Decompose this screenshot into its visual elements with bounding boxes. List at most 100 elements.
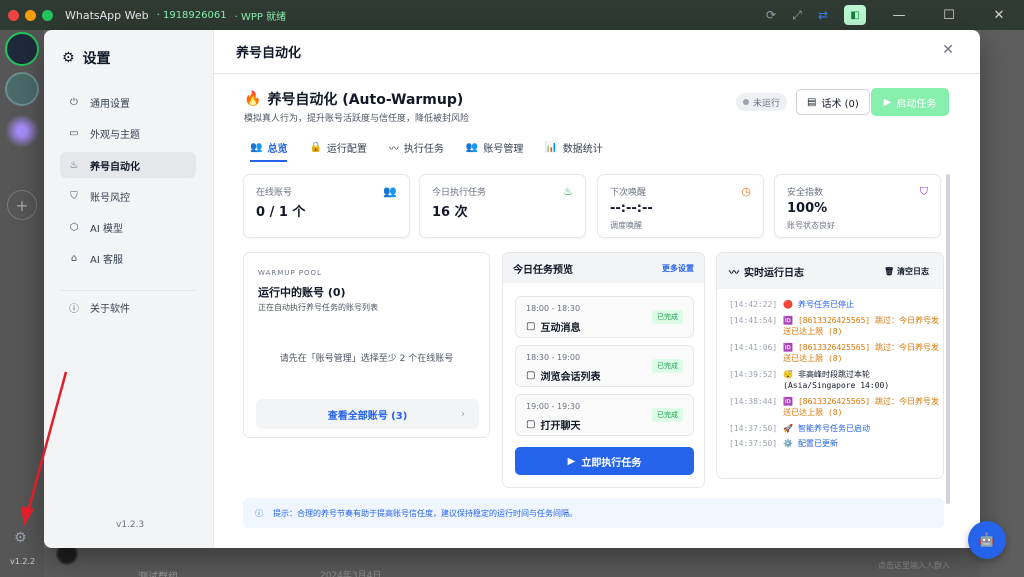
sidebar-item-ai-model[interactable]: ⬡ AI 模型 bbox=[60, 214, 196, 240]
page-title-label: 养号自动化 (Auto-Warmup) bbox=[267, 92, 464, 108]
refresh-icon[interactable]: ⟳ bbox=[758, 0, 784, 30]
tab-label: 账号管理 bbox=[483, 143, 524, 155]
sidebar-item-label: 关于软件 bbox=[90, 303, 130, 315]
task-item[interactable]: 19:00 - 19:30 ▢ 打开聊天 已完成 bbox=[515, 394, 694, 436]
task-name-label: 打开聊天 bbox=[540, 421, 581, 432]
log-time: [14:41:06] bbox=[729, 342, 778, 352]
view-all-accounts-button[interactable]: 查看全部账号 (3) › bbox=[256, 399, 479, 429]
today-tasks-card: 今日任务预览 更多设置 18:00 - 18:30 ▢ 互动消息 已完成 18:3… bbox=[502, 252, 705, 488]
ai-assistant-button[interactable]: 🤖 bbox=[968, 521, 1006, 559]
run-now-label: 立即执行任务 bbox=[581, 457, 642, 469]
stat-card-safety: 安全指数 100% 账号状态良好 ⛉ bbox=[774, 174, 941, 238]
tab-accounts[interactable]: 👥 账号管理 bbox=[466, 134, 523, 160]
stat-label: 在线账号 bbox=[256, 188, 293, 198]
scripts-button-label: 话术 (0) bbox=[821, 98, 859, 110]
sidebar-item-appearance[interactable]: ▭ 外观与主题 bbox=[60, 120, 196, 146]
log-time: [14:37:50] bbox=[729, 423, 778, 433]
play-circle-icon: ▶ bbox=[567, 455, 576, 467]
tab-label: 执行任务 bbox=[403, 143, 444, 155]
tasks-header: 今日任务预览 更多设置 bbox=[503, 253, 704, 283]
warmup-pool-card: WARMUP POOL 运行中的账号 (0) 正在自动执行养号任务的账号列表 请… bbox=[243, 252, 490, 438]
play-circle-icon: ▶ bbox=[883, 96, 892, 108]
start-task-label: 启动任务 bbox=[896, 98, 937, 110]
flame-icon: 🔥 bbox=[244, 91, 262, 107]
cube-icon: ⬡ bbox=[69, 221, 79, 233]
task-time: 18:00 - 18:30 bbox=[526, 304, 581, 313]
scrollbar[interactable] bbox=[946, 174, 950, 504]
task-name-label: 互动消息 bbox=[540, 323, 581, 334]
log-entry: [14:41:06] 🆔 [8613326425565] 跳过：今日养号发送已达上… bbox=[729, 342, 939, 365]
document-icon: ▤ bbox=[807, 96, 817, 108]
clear-log-button[interactable]: 🗑 清空日志 bbox=[884, 266, 929, 277]
account-sidebar: + ⚙ v1.2.2 bbox=[0, 30, 44, 577]
sidebar-item-risk-control[interactable]: ⛉ 账号风控 bbox=[60, 183, 196, 209]
add-account-icon[interactable]: + bbox=[7, 190, 37, 220]
clear-log-label: 清空日志 bbox=[897, 266, 929, 276]
clock-icon: ◷ bbox=[741, 185, 751, 198]
bot-icon: ⌂ bbox=[70, 252, 78, 264]
window-controls bbox=[8, 9, 53, 21]
tab-execute[interactable]: 〰执行任务 bbox=[389, 134, 444, 160]
tab-run-config[interactable]: 🔒 运行配置 bbox=[309, 134, 366, 160]
settings-version: v1.2.3 bbox=[116, 520, 145, 530]
close-icon[interactable]: ✕ bbox=[942, 42, 954, 58]
monitor-icon: ▭ bbox=[69, 127, 79, 139]
account-avatar[interactable] bbox=[5, 114, 39, 148]
close-button[interactable]: ✕ bbox=[974, 0, 1024, 30]
message-icon: ▢ bbox=[526, 370, 536, 381]
task-item[interactable]: 18:00 - 18:30 ▢ 互动消息 已完成 bbox=[515, 296, 694, 338]
settings-gear-icon[interactable]: ⚙ bbox=[14, 530, 27, 546]
log-message: 🆔 [8613326425565] 跳过：今日养号发送已达上限 (8) bbox=[783, 396, 940, 418]
pool-subtitle: 正在自动执行养号任务的账号列表 bbox=[258, 303, 378, 312]
page-subtitle: 模拟真人行为，提升账号活跃度与信任度，降低被封风险 bbox=[244, 114, 470, 124]
close-window-dot[interactable] bbox=[8, 9, 19, 21]
stat-card-next-wake: 下次唤醒 --:--:-- 调度唤醒 ◷ bbox=[597, 174, 764, 238]
scripts-button[interactable]: ▤ 话术 (0) bbox=[796, 89, 870, 115]
stat-value: --:--:-- bbox=[610, 201, 653, 216]
hint-text: 提示：合理的养号节奏有助于提高账号信任度，建议保持稳定的运行时间与任务间隔。 bbox=[273, 508, 577, 518]
background-chat-pane bbox=[980, 30, 1024, 577]
start-task-button[interactable]: ▶ 启动任务 bbox=[871, 88, 949, 116]
task-name: ▢ 互动消息 bbox=[526, 319, 580, 334]
account-avatar[interactable] bbox=[5, 32, 39, 66]
app-title: WhatsApp Web bbox=[65, 8, 149, 22]
log-entry: [14:42:22] 🔴 养号任务已停止 bbox=[729, 299, 939, 311]
titlebar-actions: ⟳ ⤢ ⇄ ◧ — ☐ ✕ bbox=[758, 0, 1024, 30]
tab-statistics[interactable]: 📊 数据统计 bbox=[545, 134, 602, 160]
sidebar-item-auto-warmup[interactable]: ♨ 养号自动化 bbox=[60, 152, 196, 178]
realtime-log-card: 〰 实时运行日志 🗑 清空日志 [14:42:22] 🔴 养号任务已停止 [14:… bbox=[716, 252, 944, 479]
task-status-badge: 已完成 bbox=[652, 310, 683, 324]
stat-value: 16 次 bbox=[432, 205, 468, 220]
view-all-label: 查看全部账号 (3) bbox=[327, 410, 408, 422]
account-avatar[interactable] bbox=[5, 72, 39, 106]
tab-overview[interactable]: 👥 总览 bbox=[250, 134, 288, 162]
stat-card-tasks: 今日执行任务 16 次 ♨ bbox=[419, 174, 586, 238]
background-chat-list bbox=[44, 548, 980, 577]
users-icon: 👥 bbox=[250, 141, 263, 153]
info-icon: ⓘ bbox=[69, 303, 79, 315]
sidebar-item-general[interactable]: ⏻ 通用设置 bbox=[60, 89, 196, 115]
minimize-button[interactable]: — bbox=[874, 0, 924, 30]
zoom-window-dot[interactable] bbox=[42, 9, 53, 21]
sidebar-item-about[interactable]: ⓘ 关于软件 bbox=[60, 294, 196, 320]
task-name: ▢ 打开聊天 bbox=[526, 417, 580, 432]
maximize-button[interactable]: ☐ bbox=[924, 0, 974, 30]
minimize-window-dot[interactable] bbox=[25, 9, 36, 21]
expand-icon[interactable]: ⤢ bbox=[784, 0, 810, 30]
trash-icon: 🗑 bbox=[884, 266, 895, 276]
log-list: [14:42:22] 🔴 养号任务已停止 [14:41:54] 🆔 [8613326… bbox=[729, 299, 939, 454]
more-settings-link[interactable]: 更多设置 bbox=[662, 263, 694, 274]
pool-tag: WARMUP POOL bbox=[258, 269, 322, 277]
status-badge: 未运行 bbox=[736, 93, 788, 111]
log-message: ⚙️ 配置已更新 bbox=[783, 439, 838, 448]
task-item[interactable]: 18:30 - 19:00 ▢ 浏览会话列表 已完成 bbox=[515, 345, 694, 387]
panel-toggle-icon[interactable]: ◧ bbox=[844, 5, 866, 25]
page-title: 🔥 养号自动化 (Auto-Warmup) bbox=[244, 89, 463, 109]
task-status-badge: 已完成 bbox=[652, 408, 683, 422]
log-entry: [14:37:50] ⚙️ 配置已更新 bbox=[729, 438, 939, 450]
translate-icon[interactable]: ⇄ bbox=[810, 0, 836, 30]
log-time: [14:42:22] bbox=[729, 300, 778, 309]
sidebar-item-ai-service[interactable]: ⌂ AI 客服 bbox=[60, 245, 196, 271]
log-message: 🔴 养号任务已停止 bbox=[783, 300, 854, 309]
run-now-button[interactable]: ▶ 立即执行任务 bbox=[515, 447, 694, 475]
